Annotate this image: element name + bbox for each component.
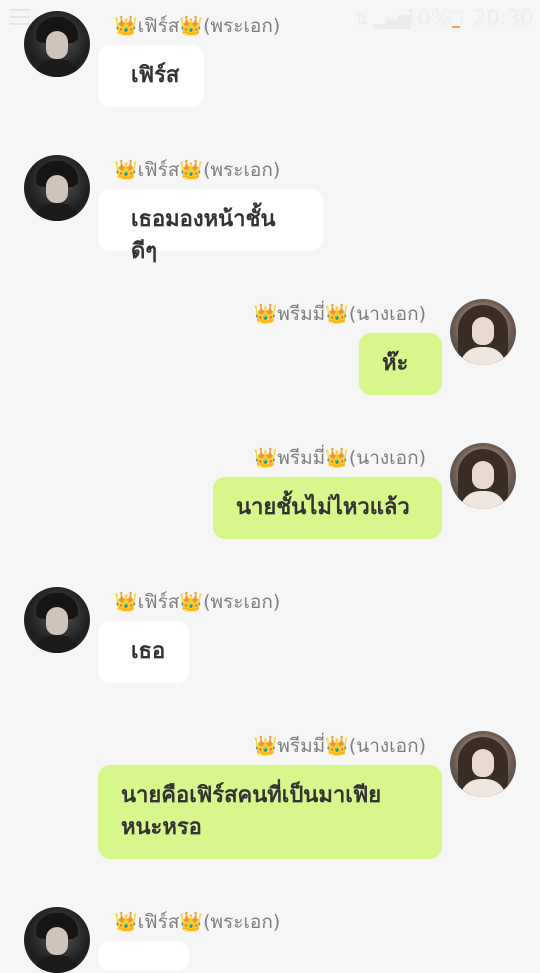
menu-icon[interactable]	[10, 9, 30, 25]
message-bubble[interactable]	[98, 941, 189, 971]
message-bubble[interactable]: นายชั้นไม่ไหวแล้ว	[213, 477, 442, 539]
sender-name: 👑พรีมมี่👑(นางเอก)	[253, 735, 426, 757]
sender-name: 👑เฟิร์ส👑(พระเอก)	[114, 15, 281, 37]
battery-percentage: 10%	[404, 6, 451, 30]
message-bubble[interactable]: เฟิร์ส	[98, 45, 204, 107]
sender-name: 👑เฟิร์ส👑(พระเอก)	[114, 591, 281, 613]
male-avatar-icon[interactable]	[24, 907, 90, 973]
male-avatar-icon[interactable]	[24, 155, 90, 221]
message-bubble[interactable]: ห๊ะ	[359, 333, 442, 395]
male-avatar-icon[interactable]	[24, 11, 90, 77]
sender-name: 👑เฟิร์ส👑(พระเอก)	[114, 911, 281, 933]
female-avatar-icon[interactable]	[450, 443, 516, 509]
message-bubble[interactable]: นายคือเฟิร์สคนที่เป็นมาเฟียหนะหรอ	[98, 765, 442, 859]
sender-name: 👑พรีมมี่👑(นางเอก)	[253, 303, 426, 325]
sender-name: 👑พรีมมี่👑(นางเอก)	[253, 447, 426, 469]
message-bubble[interactable]: เธอมองหน้าชั้นดีๆ	[98, 189, 323, 264]
female-avatar-icon[interactable]	[450, 731, 516, 797]
male-avatar-icon[interactable]	[24, 587, 90, 653]
female-avatar-icon[interactable]	[450, 299, 516, 365]
message-bubble[interactable]: เธอ	[98, 621, 189, 683]
battery-icon	[450, 11, 462, 30]
clock: 20:30	[473, 6, 534, 30]
sender-name: 👑เฟิร์ส👑(พระเอก)	[114, 159, 281, 181]
signal-icon: ⇅ ▂▄▆	[355, 10, 411, 29]
